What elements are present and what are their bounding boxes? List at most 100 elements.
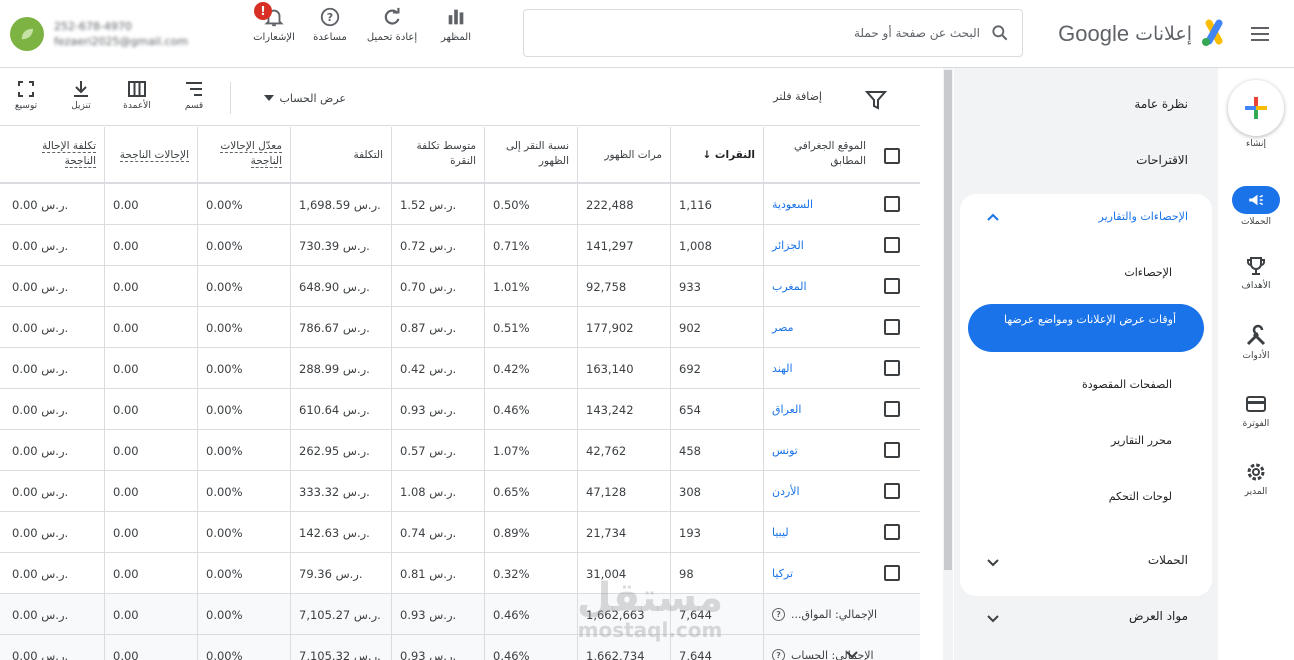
table-row[interactable]: مصر 902 177,902 0.51% 0.87 ر.س. 786.67 ر.س. 0.…: [0, 307, 920, 348]
table-row[interactable]: تركيا 98 31,004 0.32% 0.81 ر.س. 79.36 ر.س. 0.0…: [0, 553, 920, 594]
cell-avg-cpc: 0.70 ر.س.: [392, 266, 485, 307]
reload-button[interactable]: إعادة تحميل: [357, 6, 427, 56]
nav-campaigns[interactable]: الحملات: [1148, 553, 1188, 567]
help-icon[interactable]: ?: [772, 649, 785, 660]
table-row[interactable]: الأردن 308 47,128 0.65% 1.08 ر.س. 333.32 ر.س.…: [0, 471, 920, 512]
chevron-down-icon[interactable]: [845, 647, 859, 660]
geo-text: العراق: [772, 403, 802, 416]
table-toolbar: إضافة فلتر عرض الحساب قسم الأعمدة تنزيل …: [0, 68, 920, 126]
cell-clicks: 1,008: [671, 225, 764, 266]
add-filter-link[interactable]: إضافة فلتر: [742, 90, 822, 103]
leaf-icon: [21, 28, 33, 40]
cell-clicks: 193: [671, 512, 764, 553]
col-cost-per-conv[interactable]: تكلفة الإحالة الناجحة: [0, 127, 105, 184]
geo-link[interactable]: مصر: [764, 307, 920, 348]
cell-cost-per-conv: 0.00 ر.س.: [0, 389, 105, 430]
filter-icon[interactable]: [864, 88, 888, 112]
total-row[interactable]: الإجمالي: الحساب? 7,644 1,662,734 0.46% 0.93…: [0, 635, 920, 660]
appearance-button[interactable]: المظهر: [421, 6, 491, 56]
columns-button[interactable]: الأعمدة: [115, 80, 159, 120]
table-row[interactable]: تونس 458 42,762 1.07% 0.57 ر.س. 262.95 ر.س. 0.…: [0, 430, 920, 471]
right-rail: إنشاء الحملات الأهداف الأدوات الفوترة ال…: [1218, 68, 1294, 660]
rail-billing[interactable]: الفوترة: [1218, 392, 1294, 429]
cell-impressions: 141,297: [578, 225, 671, 266]
cell-cost-per-conv: 0.00 ر.س.: [0, 307, 105, 348]
cell-impressions: 21,734: [578, 512, 671, 553]
geo-link[interactable]: العراق: [764, 389, 920, 430]
account-switcher[interactable]: 252-678-4970 fezaeri2025@gmail.com: [10, 14, 240, 54]
nav-insights[interactable]: الإحصاءات: [1124, 266, 1172, 279]
col-conv-rate[interactable]: معدّل الإحالات الناجحة: [198, 127, 291, 184]
geo-link[interactable]: تركيا: [764, 553, 920, 594]
cell-conv-rate: 0.00%: [198, 553, 291, 594]
col-clicks[interactable]: النقرات ↓: [671, 127, 764, 184]
nav-report-editor[interactable]: محرر التقارير: [1111, 434, 1172, 447]
nav-assets[interactable]: مواد العرض: [1129, 609, 1188, 623]
geo-link[interactable]: المغرب: [764, 266, 920, 307]
segment-button[interactable]: قسم: [172, 80, 216, 120]
nav-landing-pages[interactable]: الصفحات المقصودة: [1082, 378, 1172, 391]
search-box[interactable]: البحث عن صفحة أو حملة: [523, 9, 1023, 57]
col-impressions[interactable]: مرات الظهور: [578, 127, 671, 184]
col-conversions[interactable]: الإحالات الناجحة: [105, 127, 198, 184]
cell-clicks: 308: [671, 471, 764, 512]
scrollbar-thumb[interactable]: [944, 70, 952, 570]
chevron-down-icon[interactable]: [986, 555, 1000, 569]
geo-text: مصر: [772, 321, 794, 334]
nav-overview[interactable]: نظرة عامة: [1134, 97, 1188, 111]
download-button[interactable]: تنزيل: [59, 80, 103, 120]
col-ctr[interactable]: نسبة النقر إلى الظهور: [485, 127, 578, 184]
rail-goals[interactable]: الأهداف: [1218, 254, 1294, 291]
geo-text: الجزائر: [772, 239, 804, 252]
sort-down-icon: ↓: [702, 149, 712, 161]
nav-insights-reports[interactable]: الإحصاءات والتقارير: [1099, 210, 1189, 223]
google-ads-logo[interactable]: إعلانات Google: [1040, 16, 1230, 52]
col-cost[interactable]: التكلفة: [291, 127, 392, 184]
col-conv-rate-label: معدّل الإحالات الناجحة: [220, 140, 282, 168]
rail-campaigns[interactable]: الحملات: [1218, 186, 1294, 227]
geo-link[interactable]: ليبيا: [764, 512, 920, 553]
col-avg-cpc[interactable]: متوسط تكلفة النقرة: [392, 127, 485, 184]
notifications-button[interactable]: الإشعارات !: [239, 2, 309, 56]
menu-icon[interactable]: [1244, 18, 1276, 50]
rail-tools[interactable]: الأدوات: [1218, 324, 1294, 361]
cell-conversions: 0.00: [105, 266, 198, 307]
total-row[interactable]: الإجمالي: المواق...? 7,644 1,662,663 0.46% 0…: [0, 594, 920, 635]
cell-avg-cpc: 0.57 ر.س.: [392, 430, 485, 471]
cell-cost-per-conv: 0.00 ر.س.: [0, 553, 105, 594]
nav-when-where-ads-showed[interactable]: أوقات عرض الإعلانات ومواضع عرضها: [968, 304, 1204, 352]
geo-link[interactable]: الهند: [764, 348, 920, 389]
cell-impressions: 47,128: [578, 471, 671, 512]
table-row[interactable]: الهند 692 163,140 0.42% 0.42 ر.س. 288.99 ر.س.…: [0, 348, 920, 389]
chevron-up-icon[interactable]: [986, 210, 1000, 224]
geo-link[interactable]: الأردن: [764, 471, 920, 512]
geo-link[interactable]: الجزائر: [764, 225, 920, 266]
geo-text: تركيا: [772, 567, 794, 580]
rail-admin-label: المدير: [1244, 487, 1268, 497]
rail-admin[interactable]: المدير: [1218, 460, 1294, 497]
select-all-checkbox[interactable]: [884, 148, 900, 164]
ads-logo-icon: [1198, 19, 1230, 49]
cell-avg-cpc: 0.74 ر.س.: [392, 512, 485, 553]
table-row[interactable]: العراق 654 143,242 0.46% 0.93 ر.س. 610.64 ر.س…: [0, 389, 920, 430]
geo-link[interactable]: السعودية: [764, 184, 920, 225]
table-row[interactable]: الجزائر 1,008 141,297 0.71% 0.72 ر.س. 730.39 …: [0, 225, 920, 266]
rail-campaigns-label: الحملات: [1240, 217, 1272, 227]
col-geo[interactable]: الموقع الجغرافي المطابق: [764, 127, 874, 184]
geo-link[interactable]: تونس: [764, 430, 920, 471]
nav-recommendations[interactable]: الاقتراحات: [1136, 153, 1188, 167]
table-row[interactable]: السعودية 1,116 222,488 0.50% 1.52 ر.س. 1,698.…: [0, 184, 920, 225]
help-icon[interactable]: ?: [772, 608, 785, 621]
expand-button[interactable]: توسيع: [4, 80, 48, 120]
table-row[interactable]: المغرب 933 92,758 1.01% 0.70 ر.س. 648.90 ر.س.…: [0, 266, 920, 307]
nav-dashboards[interactable]: لوحات التحكم: [1109, 490, 1172, 503]
chevron-down-icon[interactable]: [986, 611, 1000, 625]
cell-impressions: 92,758: [578, 266, 671, 307]
view-account-dropdown[interactable]: عرض الحساب: [254, 88, 346, 108]
search-icon: [992, 25, 1008, 41]
table-row[interactable]: ليبيا 193 21,734 0.89% 0.74 ر.س. 142.63 ر.س. 0…: [0, 512, 920, 553]
cell-cost: 142.63 ر.س.: [291, 512, 392, 553]
scrollbar[interactable]: [943, 68, 953, 660]
create-button[interactable]: إنشاء: [1218, 80, 1294, 149]
cell-cost: 786.67 ر.س.: [291, 307, 392, 348]
